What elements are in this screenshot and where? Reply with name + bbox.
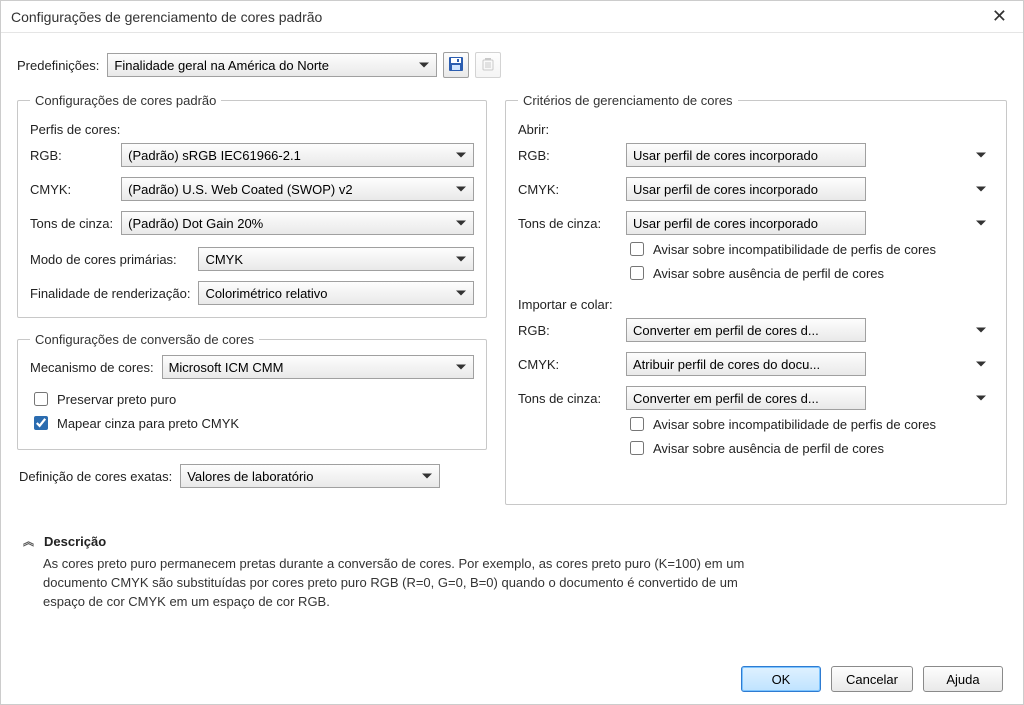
open-warn-missing-checkbox[interactable] — [630, 266, 644, 280]
cmyk-label: CMYK: — [30, 182, 113, 197]
map-gray-label: Mapear cinza para preto CMYK — [57, 416, 239, 431]
window-title: Configurações de gerenciamento de cores … — [11, 9, 986, 25]
import-label: Importar e colar: — [518, 297, 994, 312]
dialog-footer: OK Cancelar Ajuda — [741, 666, 1003, 692]
conversion-settings-group: Configurações de conversão de cores Meca… — [17, 332, 487, 450]
collapse-chevron-icon[interactable]: ︽ — [23, 533, 36, 549]
open-warn-mismatch-label: Avisar sobre incompatibilidade de perfis… — [653, 242, 936, 257]
import-warn-mismatch-checkbox[interactable] — [630, 417, 644, 431]
presets-label: Predefinições: — [17, 58, 99, 73]
open-cmyk-label: CMYK: — [518, 182, 618, 197]
default-group-legend: Configurações de cores padrão — [30, 93, 221, 108]
save-preset-button[interactable] — [443, 52, 469, 78]
delete-preset-button — [475, 52, 501, 78]
ok-button[interactable]: OK — [741, 666, 821, 692]
profiles-label: Perfis de cores: — [30, 122, 474, 137]
open-cmyk-select[interactable]: Usar perfil de cores incorporado — [626, 177, 866, 201]
open-warn-missing-label: Avisar sobre ausência de perfil de cores — [653, 266, 884, 281]
rendering-intent-select[interactable]: Colorimétrico relativo — [198, 281, 474, 305]
color-engine-label: Mecanismo de cores: — [30, 360, 154, 375]
title-bar: Configurações de gerenciamento de cores … — [1, 1, 1023, 33]
color-engine-select[interactable]: Microsoft ICM CMM — [162, 355, 474, 379]
import-warn-mismatch-label: Avisar sobre incompatibilidade de perfis… — [653, 417, 936, 432]
rgb-label: RGB: — [30, 148, 113, 163]
open-rgb-select[interactable]: Usar perfil de cores incorporado — [626, 143, 866, 167]
open-rgb-label: RGB: — [518, 148, 618, 163]
import-rgb-select[interactable]: Converter em perfil de cores d... — [626, 318, 866, 342]
import-warn-missing-checkbox[interactable] — [630, 441, 644, 455]
policies-legend: Critérios de gerenciamento de cores — [518, 93, 738, 108]
open-label: Abrir: — [518, 122, 994, 137]
description-body: As cores preto puro permanecem pretas du… — [43, 555, 783, 612]
open-gray-select[interactable]: Usar perfil de cores incorporado — [626, 211, 866, 235]
presets-select[interactable]: Finalidade geral na América do Norte — [107, 53, 437, 77]
spot-colors-label: Definição de cores exatas: — [19, 469, 172, 484]
spot-colors-select[interactable]: Valores de laboratório — [180, 464, 440, 488]
map-gray-checkbox[interactable] — [34, 416, 48, 430]
preserve-black-checkbox[interactable] — [34, 392, 48, 406]
import-rgb-label: RGB: — [518, 323, 618, 338]
trash-icon — [480, 56, 496, 75]
floppy-disk-icon — [448, 56, 464, 75]
description-heading: Descrição — [44, 534, 106, 549]
import-cmyk-select[interactable]: Atribuir perfil de cores do docu... — [626, 352, 866, 376]
color-policies-group: Critérios de gerenciamento de cores Abri… — [505, 93, 1007, 505]
primary-mode-select[interactable]: CMYK — [198, 247, 474, 271]
gray-label: Tons de cinza: — [30, 216, 113, 231]
open-warn-mismatch-checkbox[interactable] — [630, 242, 644, 256]
preserve-black-label: Preservar preto puro — [57, 392, 176, 407]
description-block: ︽ Descrição As cores preto puro permanec… — [23, 533, 1001, 612]
conversion-legend: Configurações de conversão de cores — [30, 332, 259, 347]
cancel-button[interactable]: Cancelar — [831, 666, 913, 692]
cmyk-profile-select[interactable]: (Padrão) U.S. Web Coated (SWOP) v2 — [121, 177, 474, 201]
gray-profile-select[interactable]: (Padrão) Dot Gain 20% — [121, 211, 474, 235]
default-color-settings-group: Configurações de cores padrão Perfis de … — [17, 93, 487, 318]
close-icon[interactable]: ✕ — [986, 4, 1013, 29]
import-gray-label: Tons de cinza: — [518, 391, 618, 406]
open-gray-label: Tons de cinza: — [518, 216, 618, 231]
help-button[interactable]: Ajuda — [923, 666, 1003, 692]
import-warn-missing-label: Avisar sobre ausência de perfil de cores — [653, 441, 884, 456]
dialog-window: Configurações de gerenciamento de cores … — [0, 0, 1024, 705]
rendering-intent-label: Finalidade de renderização: — [30, 286, 190, 301]
presets-row: Predefinições: Finalidade geral na Améri… — [17, 52, 1007, 78]
rgb-profile-select[interactable]: (Padrão) sRGB IEC61966-2.1 — [121, 143, 474, 167]
primary-mode-label: Modo de cores primárias: — [30, 252, 190, 267]
import-gray-select[interactable]: Converter em perfil de cores d... — [626, 386, 866, 410]
import-cmyk-label: CMYK: — [518, 357, 618, 372]
